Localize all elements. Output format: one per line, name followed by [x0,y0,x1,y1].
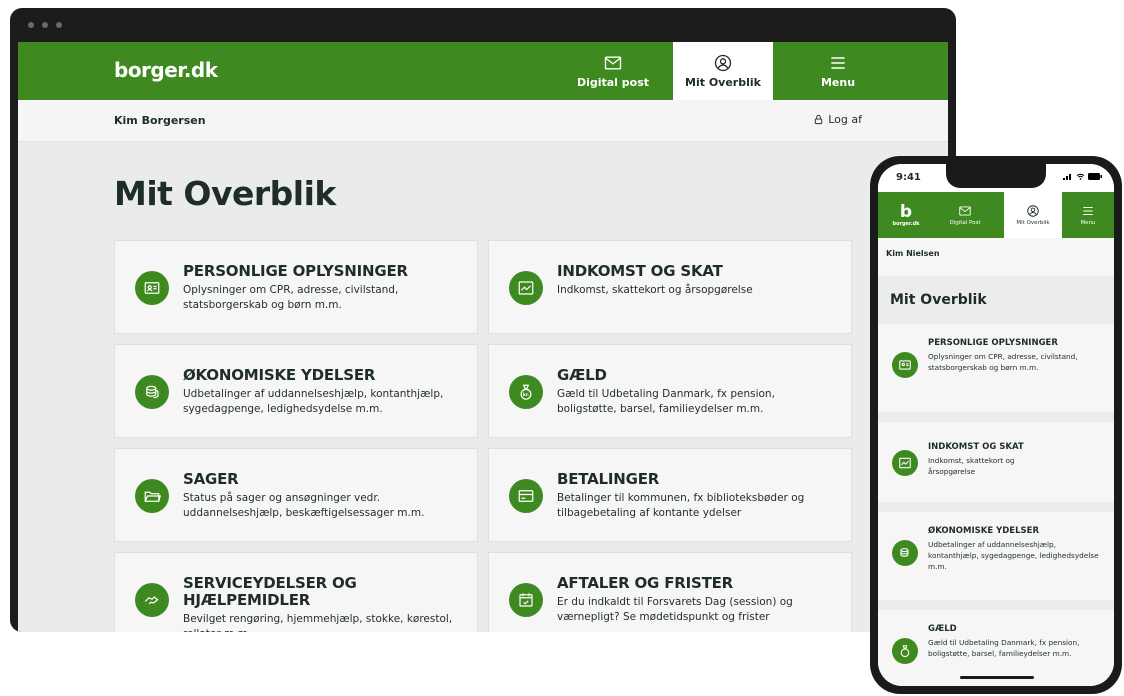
money-bag-icon: kr. [509,375,543,409]
wifi-icon [1076,173,1085,180]
mobile-screen: 9:41 b borger.dk Digital Post Mit Overbl… [878,164,1114,686]
user-icon [714,54,732,72]
mobile-nav-menu-label: Menu [1080,220,1096,226]
money-bag-icon [892,638,918,664]
id-card-icon [135,271,169,305]
card-description: Bevilget rengøring, hjemmehjælp, stokke,… [183,613,453,632]
nav-digital-post-label: Digital post [576,76,650,89]
coins-icon [135,375,169,409]
user-bar: Kim Borgersen Log af [18,100,948,142]
mobile-logo-mark: b [899,201,913,222]
page-title: Mit Overblik [114,174,336,213]
nav-menu-label: Menu [820,76,856,89]
envelope-icon [604,56,622,70]
status-bar: 9:41 [878,164,1114,192]
desktop-screen: borger.dk Digital post Mit Overblik Menu… [18,42,948,632]
card-description: Gæld til Udbetaling Danmark, fx pension,… [557,388,775,415]
card-description: Indkomst, skattekort og årsopgørelse [928,456,1015,476]
chart-icon [509,271,543,305]
mobile-nav-mit-overblik-label: Mit Overblik [1016,220,1050,226]
mobile-nav-digital-post-label: Digital Post [949,220,981,226]
card-description: Oplysninger om CPR, adresse, civilstand,… [183,284,399,311]
nav-mit-overblik-label: Mit Overblik [685,76,761,89]
hamburger-icon [831,57,845,69]
home-indicator [960,676,1034,679]
card-title: GÆLD [928,624,957,634]
helping-hand-icon [135,583,169,617]
card-title: PERSONLIGE OPLYSNINGER [183,262,408,280]
card-title: SERVICEYDELSER OG HJÆLPEMIDLER [183,574,357,609]
card-okonomiske-ydelser[interactable]: ØKONOMISKE YDELSER Udbetalinger af uddann… [114,344,478,438]
card-betalinger[interactable]: BETALINGER Betalinger til kommunen, fx bi… [488,448,852,542]
id-card-icon [892,352,918,378]
logout-label: Log af [828,113,862,126]
mobile-mockup: 9:41 b borger.dk Digital Post Mit Overbl… [870,156,1122,694]
mobile-card-personlige-oplysninger[interactable]: PERSONLIGE OPLYSNINGER Oplysninger om CPR… [878,324,1114,412]
card-aftaler-og-frister[interactable]: AFTALER OG FRISTER Er du indkaldt til For… [488,552,852,632]
window-controls [28,22,62,28]
card-title: ØKONOMISKE YDELSER [183,366,376,384]
logout-link[interactable]: Log af [813,113,862,126]
chart-icon [892,450,918,476]
mobile-top-navigation: b borger.dk Digital Post Mit Overblik Me… [878,192,1114,238]
card-description: Gæld til Udbetaling Danmark, fx pension,… [928,638,1080,658]
signal-icon [1063,174,1071,180]
mobile-logo-text: borger.dk [892,220,920,227]
card-gaeld[interactable]: kr. GÆLD Gæld til Udbetaling Danmark, fx … [488,344,852,438]
notch [946,164,1046,188]
card-description: Status på sager og ansøgninger vedr. udd… [183,492,425,519]
card-sager[interactable]: SAGER Status på sager og ansøgninger vedr… [114,448,478,542]
card-title: AFTALER OG FRISTER [557,574,734,592]
mobile-user-name: Kim Nielsen [886,249,940,258]
battery-icon [1088,173,1102,180]
mobile-card-okonomiske-ydelser[interactable]: ØKONOMISKE YDELSER Udbetalinger af uddann… [878,512,1114,600]
coins-icon [892,540,918,566]
card-personlige-oplysninger[interactable]: PERSONLIGE OPLYSNINGER Oplysninger om CPR… [114,240,478,334]
card-serviceydelser[interactable]: SERVICEYDELSER OG HJÆLPEMIDLER Bevilget r… [114,552,478,632]
calendar-icon [509,583,543,617]
mobile-nav-mit-overblik[interactable]: Mit Overblik [1004,192,1062,238]
card-description: Indkomst, skattekort og årsopgørelse [557,284,753,296]
card-description: Udbetalinger af uddannelseshjælp, kontan… [183,388,444,415]
card-description: Udbetalinger af uddannelseshjælp, kontan… [928,540,1099,571]
mobile-card-indkomst-og-skat[interactable]: INDKOMST OG SKAT Indkomst, skattekort og … [878,422,1114,502]
card-title: GÆLD [557,366,607,384]
card-description: Oplysninger om CPR, adresse, civilstand,… [928,352,1078,372]
card-title: INDKOMST OG SKAT [557,262,723,280]
mobile-logo[interactable]: b borger.dk [882,192,930,238]
lock-icon [815,114,823,125]
svg-text:kr.: kr. [523,392,530,398]
card-title: ØKONOMISKE YDELSER [928,526,1039,536]
card-title: INDKOMST OG SKAT [928,442,1024,452]
nav-menu[interactable]: Menu [788,42,888,100]
folder-icon [135,479,169,513]
status-indicators [1063,173,1102,180]
envelope-icon [959,206,971,216]
mobile-card-gaeld[interactable]: GÆLD Gæld til Udbetaling Danmark, fx pens… [878,610,1114,686]
card-title: SAGER [183,470,239,488]
nav-mit-overblik[interactable]: Mit Overblik [673,42,773,107]
mobile-page-title: Mit Overblik [890,292,987,308]
logo[interactable]: borger.dk [114,58,218,82]
mobile-nav-digital-post[interactable]: Digital Post [936,192,994,238]
card-title: PERSONLIGE OPLYSNINGER [928,338,1058,348]
mobile-user-bar: Kim Nielsen [878,238,1114,276]
hamburger-icon [1083,206,1093,216]
card-indkomst-og-skat[interactable]: INDKOMST OG SKAT Indkomst, skattekort og … [488,240,852,334]
top-navigation: borger.dk Digital post Mit Overblik Menu [18,42,948,107]
user-name: Kim Borgersen [114,114,206,127]
card-description: Er du indkaldt til Forsvarets Dag (sessi… [557,596,793,623]
user-icon [1027,205,1039,217]
status-time: 9:41 [896,172,921,183]
desktop-mockup: borger.dk Digital post Mit Overblik Menu… [10,8,956,632]
nav-digital-post[interactable]: Digital post [563,42,663,100]
card-icon [509,479,543,513]
card-description: Betalinger til kommunen, fx biblioteksbø… [557,492,805,519]
card-title: BETALINGER [557,470,660,488]
mobile-nav-menu[interactable]: Menu [1062,192,1114,238]
